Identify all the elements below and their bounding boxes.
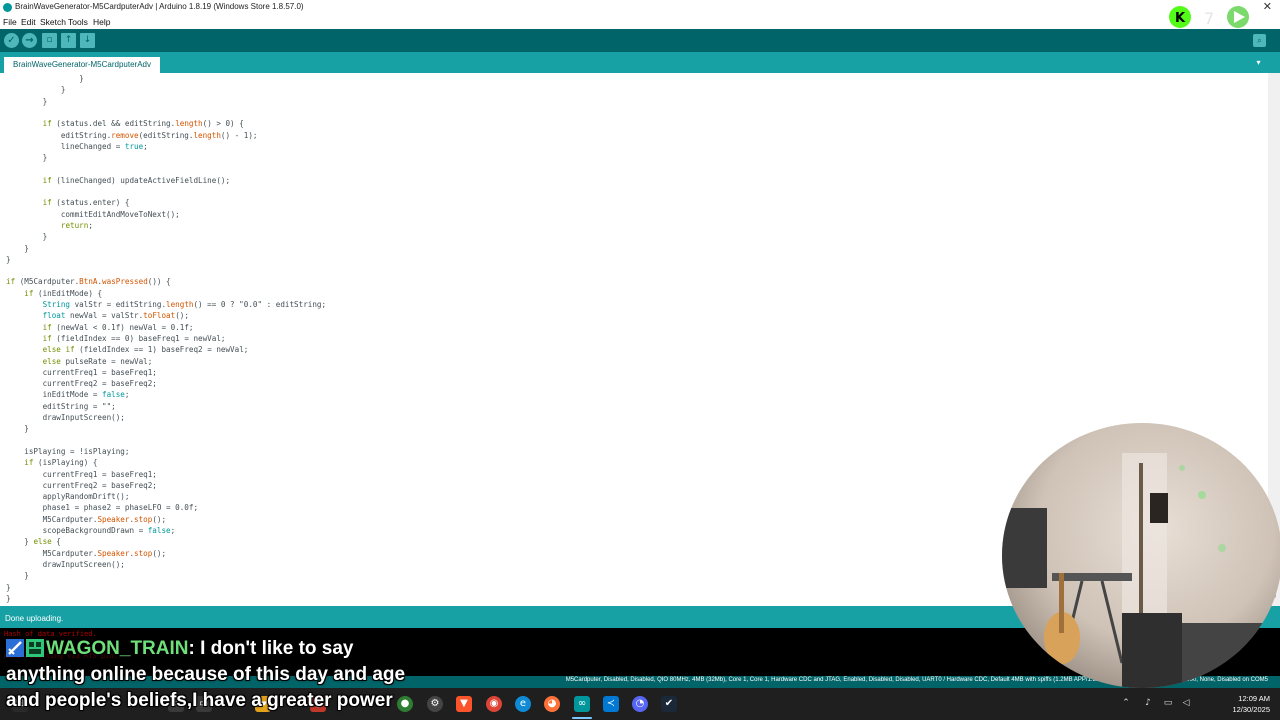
code-line: } — [6, 593, 11, 603]
code-line: } — [6, 424, 29, 434]
code-line: if (fieldIndex == 0) baseFreq1 = newVal; — [42, 333, 226, 343]
code-line: } — [6, 85, 66, 95]
serial-monitor-button[interactable]: ⌕ — [1253, 34, 1266, 47]
code-line: drawInputScreen(); — [6, 559, 125, 569]
tab-menu-icon[interactable]: ▾ — [1253, 57, 1264, 68]
code-line: editString.remove(editString.length() - … — [6, 130, 258, 140]
menu-edit[interactable]: Edit — [21, 17, 36, 27]
clock-time: 12:09 AM — [1238, 694, 1270, 703]
code-line: else if (fieldIndex == 1) baseFreq2 = ne… — [42, 345, 249, 355]
code-line: currentFreq1 = baseFreq1; — [6, 367, 157, 377]
code-line: editString = ""; — [6, 401, 116, 411]
new-sketch-button[interactable]: ▫ — [42, 33, 57, 48]
network-icon[interactable]: ▭ — [1162, 697, 1174, 709]
code-line: } — [6, 582, 11, 592]
code-line: } — [6, 571, 29, 581]
code-line: currentFreq2 = baseFreq2; — [6, 379, 157, 389]
webcam-feed — [1002, 423, 1280, 688]
code-line: } — [6, 96, 48, 106]
menu-file[interactable]: File — [3, 17, 17, 27]
code-line: lineChanged = true; — [6, 141, 148, 151]
discord-icon[interactable]: ◔ — [632, 696, 648, 712]
code-line: commitEditAndMoveToNext(); — [6, 209, 180, 219]
open-sketch-button[interactable]: ↑ — [61, 33, 76, 48]
chat-message-line-3: and people's beliefs,I have a greater po… — [6, 690, 393, 711]
code-line: if (newVal < 0.1f) newVal = 0.1f; — [42, 322, 194, 332]
webcam-overlay — [1002, 423, 1280, 688]
code-line: inEditMode = false; — [6, 390, 130, 400]
menu-sketch[interactable]: Sketch — [40, 17, 66, 27]
save-sketch-button[interactable]: ↓ — [80, 33, 95, 48]
verify-button[interactable]: ✓ — [4, 33, 19, 48]
code-line: scopeBackgroundDrawn = false; — [6, 526, 176, 535]
code-line: String valStr = editString.length() == 0… — [42, 300, 327, 309]
stream-overlay-icons: K 7 — [1169, 6, 1249, 28]
code-line: } else { — [6, 537, 61, 547]
system-tray: ⌃ ♪ ▭ ◁ 12:09 AM 12/30/2025 — [1120, 688, 1280, 720]
firefox-icon[interactable]: ◕ — [544, 696, 560, 712]
chrome-icon-2[interactable]: ◉ — [486, 696, 502, 712]
code-line: return; — [60, 220, 93, 230]
code-line: } — [6, 243, 29, 253]
window-title-bar: BrainWaveGenerator-M5CardputerAdv | Ardu… — [0, 0, 1280, 15]
chat-text: I don't like to say — [200, 638, 354, 659]
volume-icon[interactable]: ◁ — [1180, 697, 1192, 709]
code-line: M5Cardputer.Speaker.stop(); — [6, 548, 167, 558]
code-line: M5Cardputer.Speaker.stop(); — [6, 514, 167, 524]
status-message: Done uploading. — [5, 614, 64, 623]
arduino-icon[interactable]: ∞ — [574, 696, 590, 712]
microphone-icon[interactable]: ♪ — [1142, 697, 1154, 709]
svg-text:K: K — [1175, 11, 1186, 26]
code-line: if (status.enter) { — [42, 198, 130, 208]
code-line: float newVal = valStr.toFloat(); — [42, 311, 189, 321]
taskbar-clock[interactable]: 12:09 AM 12/30/2025 — [1232, 693, 1270, 715]
code-line: applyRandomDrift(); — [6, 492, 130, 502]
steam-icon[interactable]: ✔ — [661, 696, 677, 712]
toolbar: ✓ → ▫ ↑ ↓ ⌕ — [0, 29, 1280, 52]
window-title: BrainWaveGenerator-M5CardputerAdv | Ardu… — [15, 2, 304, 11]
code-line: if (isPlaying) { — [24, 458, 98, 468]
code-line: } — [6, 232, 48, 242]
code-line: if (M5Cardputer.BtnA.wasPressed()) { — [6, 277, 171, 287]
edge-icon[interactable]: e — [515, 696, 531, 712]
close-window-icon[interactable]: ✕ — [1263, 0, 1272, 13]
stream-chat-overlay: WAGON_TRAIN: I don't like to say anythin… — [0, 636, 460, 720]
code-line: phase1 = phase2 = phaseLFO = 0.0f; — [6, 503, 199, 513]
subscriber-badge-icon — [26, 639, 44, 657]
arduino-app-icon — [3, 3, 12, 12]
clock-date: 12/30/2025 — [1232, 705, 1270, 714]
vscode-icon[interactable]: ≺ — [603, 696, 619, 712]
menu-help[interactable]: Help — [93, 17, 110, 27]
chat-message-line-1: WAGON_TRAIN: I don't like to say — [6, 638, 354, 660]
code-line: if (inEditMode) { — [24, 288, 103, 298]
code-line: currentFreq2 = baseFreq2; — [6, 480, 157, 490]
chat-message-line-2: anything online because of this day and … — [6, 664, 406, 685]
tab-brainwavegenerator[interactable]: BrainWaveGenerator-M5CardputerAdv — [4, 57, 160, 73]
code-line: } — [6, 74, 84, 83]
sketch-tab-bar: BrainWaveGenerator-M5CardputerAdv ▾ — [0, 52, 1280, 73]
code-line: isPlaying = !isPlaying; — [6, 446, 130, 456]
code-line: if (lineChanged) updateActiveFieldLine()… — [42, 175, 231, 185]
menu-bar: File Edit Sketch Tools Help — [0, 15, 1280, 29]
menu-tools[interactable]: Tools — [68, 17, 88, 27]
code-line: } — [6, 254, 11, 264]
code-line: currentFreq1 = baseFreq1; — [6, 469, 157, 479]
svg-text:7: 7 — [1204, 9, 1214, 28]
code-line: } — [6, 153, 48, 163]
code-line: drawInputScreen(); — [6, 413, 125, 422]
active-app-indicator — [572, 717, 592, 719]
chevron-up-icon[interactable]: ⌃ — [1120, 697, 1132, 709]
code-line: if (status.del && editString.length() > … — [42, 119, 244, 129]
sword-icon — [6, 639, 24, 657]
chat-username: WAGON_TRAIN — [46, 638, 189, 659]
upload-button[interactable]: → — [22, 33, 37, 48]
code-line: else pulseRate = newVal; — [42, 356, 153, 366]
